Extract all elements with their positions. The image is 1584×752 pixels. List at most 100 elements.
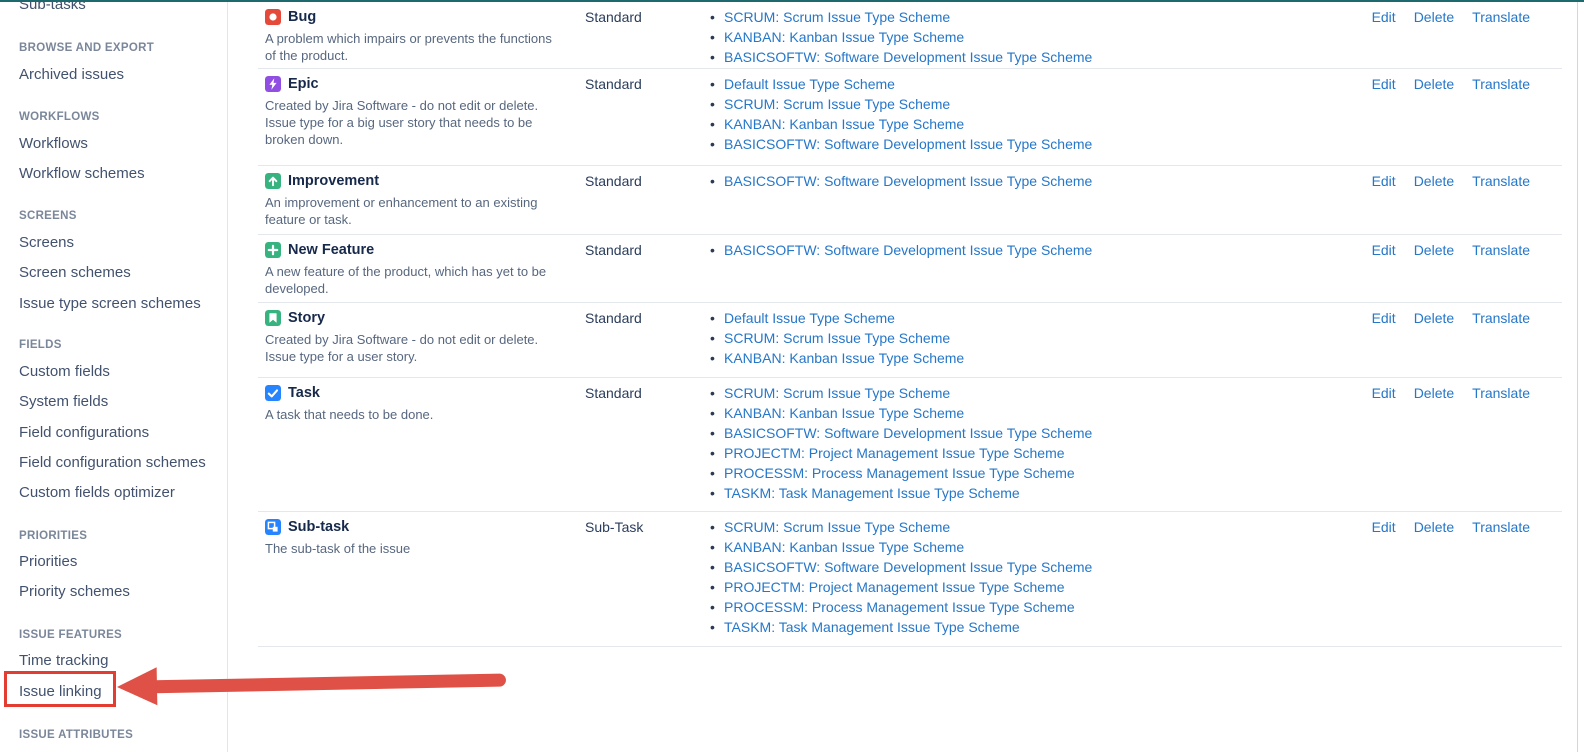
scheme-list-item: •TASKM: Task Management Issue Type Schem… — [710, 617, 1372, 637]
related-schemes-list: •SCRUM: Scrum Issue Type Scheme•KANBAN: … — [710, 7, 1372, 67]
translate-link-task[interactable]: Translate — [1472, 383, 1530, 403]
sidebar-section-browse-and-export: BROWSE AND EXPORT — [19, 42, 154, 55]
task-icon — [265, 385, 281, 401]
bullet-icon: • — [710, 74, 724, 94]
scheme-list-item: •BASICSOFTW: Software Development Issue … — [710, 47, 1372, 67]
scheme-list-item: •PROJECTM: Project Management Issue Type… — [710, 443, 1372, 463]
delete-link-bug[interactable]: Delete — [1414, 7, 1454, 27]
admin-sidebar: Sub-tasks BROWSE AND EXPORT Archived issue… — [0, 0, 228, 752]
scheme-list-item: •SCRUM: Scrum Issue Type Scheme — [710, 7, 1372, 27]
scheme-list-item: •KANBAN: Kanban Issue Type Scheme — [710, 27, 1372, 47]
related-schemes-cell: •SCRUM: Scrum Issue Type Scheme•KANBAN: … — [710, 7, 1372, 67]
bullet-icon: • — [710, 597, 724, 617]
translate-link-improvement[interactable]: Translate — [1472, 171, 1530, 191]
sidebar-item-sub-tasks[interactable]: Sub-tasks — [19, 0, 86, 14]
sidebar-item-screen-schemes[interactable]: Screen schemes — [19, 264, 131, 282]
scheme-link-scrum[interactable]: SCRUM: Scrum Issue Type Scheme — [724, 328, 950, 348]
scheme-link-projectm[interactable]: PROJECTM: Project Management Issue Type … — [724, 443, 1065, 463]
edit-link-task[interactable]: Edit — [1372, 383, 1396, 403]
bullet-icon: • — [710, 403, 724, 423]
sidebar-item-time-tracking[interactable]: Time tracking — [19, 652, 108, 670]
delete-link-epic[interactable]: Delete — [1414, 74, 1454, 94]
scheme-link-kanban[interactable]: KANBAN: Kanban Issue Type Scheme — [724, 537, 964, 557]
translate-link-story[interactable]: Translate — [1472, 308, 1530, 328]
sidebar-item-priorities[interactable]: Priorities — [19, 553, 77, 571]
sidebar-item-workflow-schemes[interactable]: Workflow schemes — [19, 165, 145, 183]
issue-type-kind: Standard — [585, 383, 710, 403]
scheme-link-taskm[interactable]: TASKM: Task Management Issue Type Scheme — [724, 617, 1020, 637]
delete-link-sub-task[interactable]: Delete — [1414, 517, 1454, 537]
translate-link-bug[interactable]: Translate — [1472, 7, 1530, 27]
related-schemes-list: •SCRUM: Scrum Issue Type Scheme•KANBAN: … — [710, 383, 1372, 503]
bullet-icon: • — [710, 557, 724, 577]
sidebar-item-field-configurations[interactable]: Field configurations — [19, 424, 149, 442]
related-schemes-list: •SCRUM: Scrum Issue Type Scheme•KANBAN: … — [710, 517, 1372, 637]
story-icon — [265, 310, 281, 326]
sidebar-item-field-configuration-schemes[interactable]: Field configuration schemes — [19, 454, 206, 472]
delete-link-improvement[interactable]: Delete — [1414, 171, 1454, 191]
sidebar-item-workflows[interactable]: Workflows — [19, 135, 88, 153]
related-schemes-list: •Default Issue Type Scheme•SCRUM: Scrum … — [710, 308, 1372, 368]
sidebar-item-custom-fields-optimizer[interactable]: Custom fields optimizer — [19, 484, 175, 502]
scheme-link-kanban[interactable]: KANBAN: Kanban Issue Type Scheme — [724, 114, 964, 134]
scheme-link-taskm[interactable]: TASKM: Task Management Issue Type Scheme — [724, 483, 1020, 503]
scheme-list-item: •KANBAN: Kanban Issue Type Scheme — [710, 348, 1372, 368]
scheme-link-kanban[interactable]: KANBAN: Kanban Issue Type Scheme — [724, 27, 964, 47]
edit-link-epic[interactable]: Edit — [1372, 74, 1396, 94]
scheme-link-basicsoftw[interactable]: BASICSOFTW: Software Development Issue T… — [724, 134, 1092, 154]
edit-link-new-feature[interactable]: Edit — [1372, 240, 1396, 260]
scheme-link-scrum[interactable]: SCRUM: Scrum Issue Type Scheme — [724, 94, 950, 114]
issue-type-row-sub-task: Sub-task The sub-task of the issue Sub-T… — [258, 512, 1562, 647]
issue-type-name-cell: Improvement An improvement or enhancemen… — [265, 171, 585, 228]
scheme-link-kanban[interactable]: KANBAN: Kanban Issue Type Scheme — [724, 403, 964, 423]
scheme-list-item: •BASICSOFTW: Software Development Issue … — [710, 134, 1372, 154]
scheme-link-default-issue-type-scheme[interactable]: Default Issue Type Scheme — [724, 308, 895, 328]
delete-link-story[interactable]: Delete — [1414, 308, 1454, 328]
operations-cell: Edit Delete Translate — [1372, 517, 1562, 537]
related-schemes-cell: •Default Issue Type Scheme•SCRUM: Scrum … — [710, 308, 1372, 368]
operations-cell: Edit Delete Translate — [1372, 7, 1562, 27]
scheme-link-default-issue-type-scheme[interactable]: Default Issue Type Scheme — [724, 74, 895, 94]
sidebar-item-priority-schemes[interactable]: Priority schemes — [19, 583, 130, 601]
issue-type-kind: Standard — [585, 171, 710, 191]
scheme-link-processm[interactable]: PROCESSM: Process Management Issue Type … — [724, 597, 1075, 617]
sidebar-item-screens[interactable]: Screens — [19, 234, 74, 252]
bullet-icon: • — [710, 171, 724, 191]
sidebar-item-archived-issues[interactable]: Archived issues — [19, 66, 124, 84]
bullet-icon: • — [710, 348, 724, 368]
issue-type-name-cell: Sub-task The sub-task of the issue — [265, 517, 585, 557]
scheme-link-kanban[interactable]: KANBAN: Kanban Issue Type Scheme — [724, 348, 964, 368]
bullet-icon: • — [710, 537, 724, 557]
translate-link-epic[interactable]: Translate — [1472, 74, 1530, 94]
sidebar-item-custom-fields[interactable]: Custom fields — [19, 363, 110, 381]
issue-type-row-bug: Bug A problem which impairs or prevents … — [258, 2, 1562, 69]
scheme-list-item: •SCRUM: Scrum Issue Type Scheme — [710, 328, 1372, 348]
subtask-icon — [265, 519, 281, 535]
bullet-icon: • — [710, 27, 724, 47]
scheme-list-item: •PROCESSM: Process Management Issue Type… — [710, 463, 1372, 483]
translate-link-sub-task[interactable]: Translate — [1472, 517, 1530, 537]
scheme-link-processm[interactable]: PROCESSM: Process Management Issue Type … — [724, 463, 1075, 483]
scheme-link-scrum[interactable]: SCRUM: Scrum Issue Type Scheme — [724, 383, 950, 403]
scheme-link-basicsoftw[interactable]: BASICSOFTW: Software Development Issue T… — [724, 423, 1092, 443]
scheme-link-basicsoftw[interactable]: BASICSOFTW: Software Development Issue T… — [724, 557, 1092, 577]
edit-link-bug[interactable]: Edit — [1372, 7, 1396, 27]
sidebar-section-workflows: WORKFLOWS — [19, 111, 100, 124]
issue-type-kind: Standard — [585, 7, 710, 27]
translate-link-new-feature[interactable]: Translate — [1472, 240, 1530, 260]
delete-link-task[interactable]: Delete — [1414, 383, 1454, 403]
scheme-link-projectm[interactable]: PROJECTM: Project Management Issue Type … — [724, 577, 1065, 597]
scheme-link-basicsoftw[interactable]: BASICSOFTW: Software Development Issue T… — [724, 240, 1092, 260]
delete-link-new-feature[interactable]: Delete — [1414, 240, 1454, 260]
edit-link-sub-task[interactable]: Edit — [1372, 517, 1396, 537]
sidebar-item-issue-type-screen-schemes[interactable]: Issue type screen schemes — [19, 295, 201, 313]
bullet-icon: • — [710, 443, 724, 463]
scheme-link-basicsoftw[interactable]: BASICSOFTW: Software Development Issue T… — [724, 47, 1092, 67]
scheme-link-scrum[interactable]: SCRUM: Scrum Issue Type Scheme — [724, 7, 950, 27]
sidebar-item-system-fields[interactable]: System fields — [19, 393, 108, 411]
edit-link-improvement[interactable]: Edit — [1372, 171, 1396, 191]
edit-link-story[interactable]: Edit — [1372, 308, 1396, 328]
scheme-link-scrum[interactable]: SCRUM: Scrum Issue Type Scheme — [724, 517, 950, 537]
bullet-icon: • — [710, 617, 724, 637]
scheme-link-basicsoftw[interactable]: BASICSOFTW: Software Development Issue T… — [724, 171, 1092, 191]
